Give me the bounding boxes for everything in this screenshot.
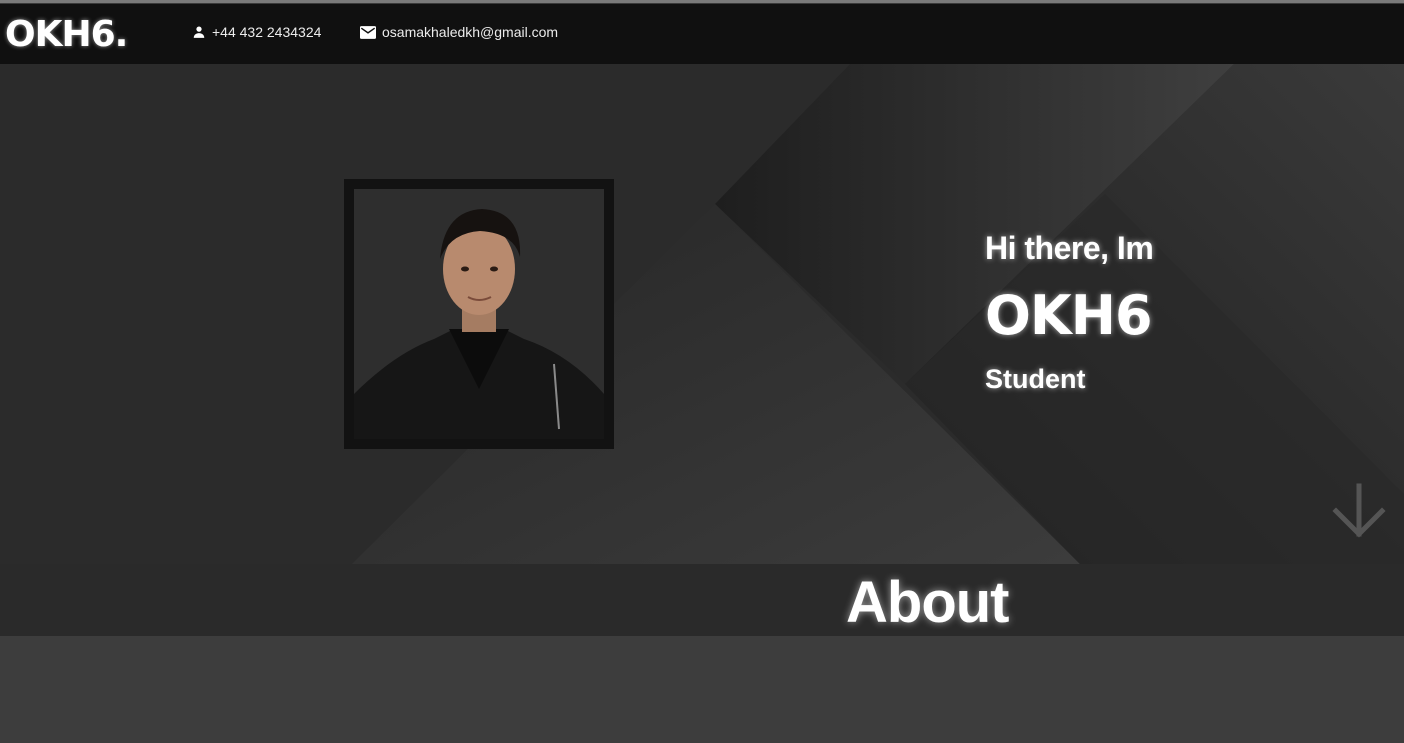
site-logo[interactable]: OKH6. <box>5 14 128 55</box>
about-section-header: About <box>0 564 1404 636</box>
hero-section: Hi there, Im OKH6 Student <box>0 64 1404 564</box>
person-icon <box>192 25 206 39</box>
about-content-area <box>0 636 1404 743</box>
hero-name: OKH6 <box>985 284 1153 347</box>
mail-icon <box>360 25 376 39</box>
hero-background-shapes <box>0 64 1404 564</box>
arrow-down-icon[interactable] <box>1330 482 1388 545</box>
about-title: About <box>846 570 1009 635</box>
email-contact[interactable]: osamakhaledkh@gmail.com <box>360 24 558 40</box>
hero-role: Student <box>985 364 1086 394</box>
phone-number: +44 432 2434324 <box>212 24 322 40</box>
navbar: OKH6. +44 432 2434324 osamakhaledkh@gmai… <box>0 3 1404 64</box>
phone-contact[interactable]: +44 432 2434324 <box>192 24 321 40</box>
profile-photo <box>354 189 604 439</box>
profile-photo-frame <box>344 179 614 449</box>
email-address: osamakhaledkh@gmail.com <box>382 24 559 40</box>
hero-greeting: Hi there, Im <box>985 230 1154 266</box>
